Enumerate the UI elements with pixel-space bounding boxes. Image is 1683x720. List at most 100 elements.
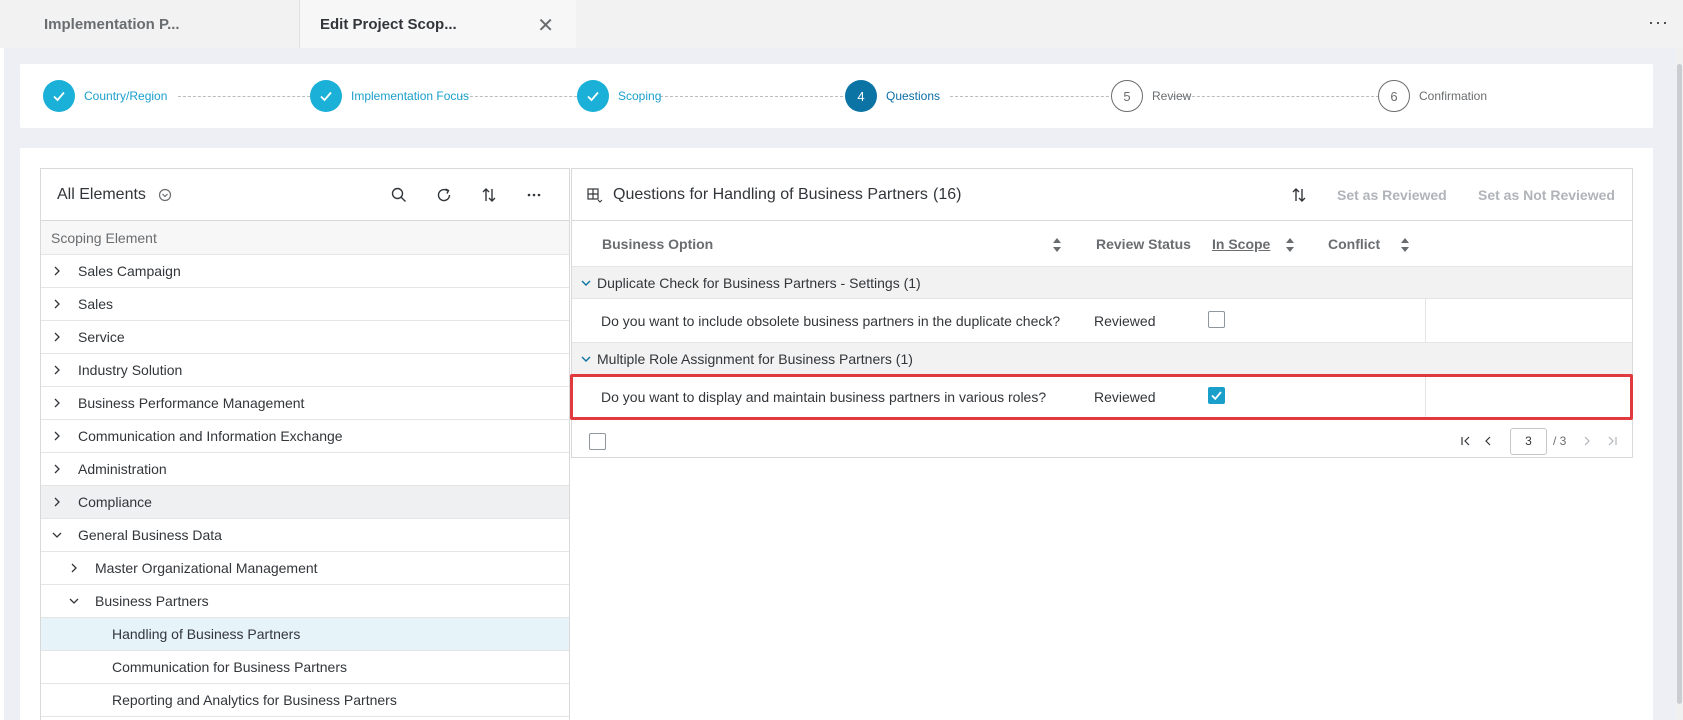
tree-row[interactable]: Compliance	[41, 486, 569, 519]
set-as-not-reviewed-button[interactable]: Set as Not Reviewed	[1478, 187, 1615, 203]
in-scope-checkbox[interactable]	[1208, 311, 1225, 328]
wizard-step-confirmation[interactable]: 6 Confirmation	[1378, 80, 1487, 112]
tree-row[interactable]: Handling of Business Partners	[41, 618, 569, 651]
check-icon	[577, 80, 609, 112]
column-header: Scoping Element	[41, 221, 569, 255]
chevron-right-icon[interactable]	[51, 397, 63, 409]
check-icon	[310, 80, 342, 112]
tree-row[interactable]: Master Organizational Management	[41, 552, 569, 585]
panel-header: Questions for Handling of Business Partn…	[572, 169, 1632, 221]
step-label: Scoping	[618, 89, 662, 103]
group-header[interactable]: Duplicate Check for Business Partners - …	[572, 267, 1632, 299]
page-total: / 3	[1553, 434, 1567, 448]
tree-row-label: Business Partners	[95, 593, 209, 609]
more-icon[interactable]: ···	[1648, 12, 1669, 33]
chevron-down-icon[interactable]	[51, 529, 63, 541]
chevron-right-icon[interactable]	[51, 298, 63, 310]
chevron-down-icon[interactable]	[580, 277, 592, 289]
tree-row[interactable]: Administration	[41, 453, 569, 486]
step-connector	[460, 96, 592, 97]
tree-row-label: General Business Data	[78, 527, 222, 543]
tree-row[interactable]: Communication and Information Exchange	[41, 420, 569, 453]
sort-icon[interactable]	[1291, 187, 1307, 203]
page-number-input[interactable]: 3	[1510, 428, 1547, 455]
review-status: Reviewed	[1094, 313, 1156, 329]
tree-row-label: Communication and Information Exchange	[78, 428, 343, 444]
wizard-step-scoping[interactable]: Scoping	[577, 80, 661, 112]
tree-row[interactable]: Communication for Business Partners	[41, 651, 569, 684]
tree-row[interactable]: Sales	[41, 288, 569, 321]
set-as-reviewed-button[interactable]: Set as Reviewed	[1337, 187, 1447, 203]
next-page-icon[interactable]	[1581, 435, 1593, 447]
column-review-status[interactable]: Review Status	[1096, 236, 1191, 252]
check-icon	[43, 80, 75, 112]
chevron-right-icon[interactable]	[68, 562, 80, 574]
question-count: (16)	[933, 186, 962, 203]
previous-page-icon[interactable]	[1482, 435, 1494, 447]
scrollbar[interactable]	[1676, 48, 1683, 720]
chevron-right-icon[interactable]	[51, 364, 63, 376]
table-row[interactable]: Do you want to include obsolete business…	[572, 299, 1632, 343]
column-in-scope[interactable]: In Scope	[1212, 236, 1270, 252]
step-label: Country/Region	[84, 89, 168, 103]
scoping-elements-panel: All Elements Scoping Element Sales Campa…	[40, 168, 570, 720]
tree-row-label: Service	[78, 329, 125, 345]
step-number: 5	[1111, 80, 1143, 112]
column-business-option[interactable]: Business Option	[602, 236, 713, 252]
group-header[interactable]: Multiple Role Assignment for Business Pa…	[572, 343, 1632, 375]
step-connector	[950, 96, 1124, 97]
step-connector	[178, 96, 320, 97]
wizard-step-review[interactable]: 5 Review	[1111, 80, 1191, 112]
wizard-step-implementation-focus[interactable]: Implementation Focus	[310, 80, 469, 112]
refresh-icon[interactable]	[434, 185, 454, 205]
chevron-right-icon[interactable]	[51, 430, 63, 442]
group-title: Duplicate Check for Business Partners - …	[597, 275, 921, 291]
chevron-right-icon[interactable]	[51, 265, 63, 277]
more-options-icon[interactable]	[524, 185, 544, 205]
wizard-step-country-region[interactable]: Country/Region	[43, 80, 167, 112]
first-page-icon[interactable]	[1460, 435, 1472, 447]
sort-arrows-icon[interactable]	[1400, 237, 1410, 253]
tree-row-label: Sales Campaign	[78, 263, 181, 279]
scoping-tree: Sales Campaign Sales Service Industry Solut…	[41, 255, 569, 717]
chevron-right-icon[interactable]	[51, 496, 63, 508]
grid-view-icon[interactable]	[585, 187, 603, 203]
wizard-progress: Country/Region Implementation Focus Scop…	[20, 64, 1653, 128]
chevron-down-icon[interactable]	[68, 595, 80, 607]
close-icon[interactable]: ✕	[537, 13, 554, 38]
search-icon[interactable]	[389, 185, 409, 205]
step-label: Implementation Focus	[351, 89, 470, 103]
table-header: Business Option Review Status In Scope C…	[572, 221, 1632, 267]
highlight-annotation	[570, 374, 1633, 420]
tree-row[interactable]: Industry Solution	[41, 354, 569, 387]
tree-row[interactable]: Business Partners	[41, 585, 569, 618]
chevron-right-icon[interactable]	[51, 331, 63, 343]
chevron-right-icon[interactable]	[51, 463, 63, 475]
tab-label: Implementation P...	[44, 15, 180, 33]
tree-row[interactable]: Sales Campaign	[41, 255, 569, 288]
tree-row[interactable]: Service	[41, 321, 569, 354]
table-footer: 3 / 3	[572, 419, 1632, 465]
last-page-icon[interactable]	[1606, 435, 1618, 447]
tab-label: Edit Project Scop...	[320, 15, 457, 33]
wizard-step-questions[interactable]: 4 Questions	[845, 80, 940, 112]
chevron-down-icon[interactable]	[580, 353, 592, 365]
step-label: Confirmation	[1419, 89, 1488, 103]
tab-edit-project-scope[interactable]: Edit Project Scop... ✕	[300, 0, 576, 48]
tree-row[interactable]: Reporting and Analytics for Business Par…	[41, 684, 569, 717]
tree-row-label: Administration	[78, 461, 167, 477]
select-all-checkbox[interactable]	[589, 433, 606, 450]
sort-arrows-icon[interactable]	[1052, 237, 1062, 253]
tree-row-label: Master Organizational Management	[95, 560, 318, 576]
sort-arrows-icon[interactable]	[1285, 237, 1295, 253]
tree-row-label: Handling of Business Partners	[112, 626, 301, 642]
sort-icon[interactable]	[479, 185, 499, 205]
scrollbar-thumb[interactable]	[1677, 64, 1682, 704]
group-title: Multiple Role Assignment for Business Pa…	[597, 351, 913, 367]
variant-dropdown-icon[interactable]	[158, 188, 172, 202]
tree-row[interactable]: Business Performance Management	[41, 387, 569, 420]
tab-implementation-project[interactable]: Implementation P...	[0, 0, 300, 48]
tree-row[interactable]: General Business Data	[41, 519, 569, 552]
column-conflict[interactable]: Conflict	[1328, 236, 1380, 252]
column-divider	[1425, 299, 1426, 343]
